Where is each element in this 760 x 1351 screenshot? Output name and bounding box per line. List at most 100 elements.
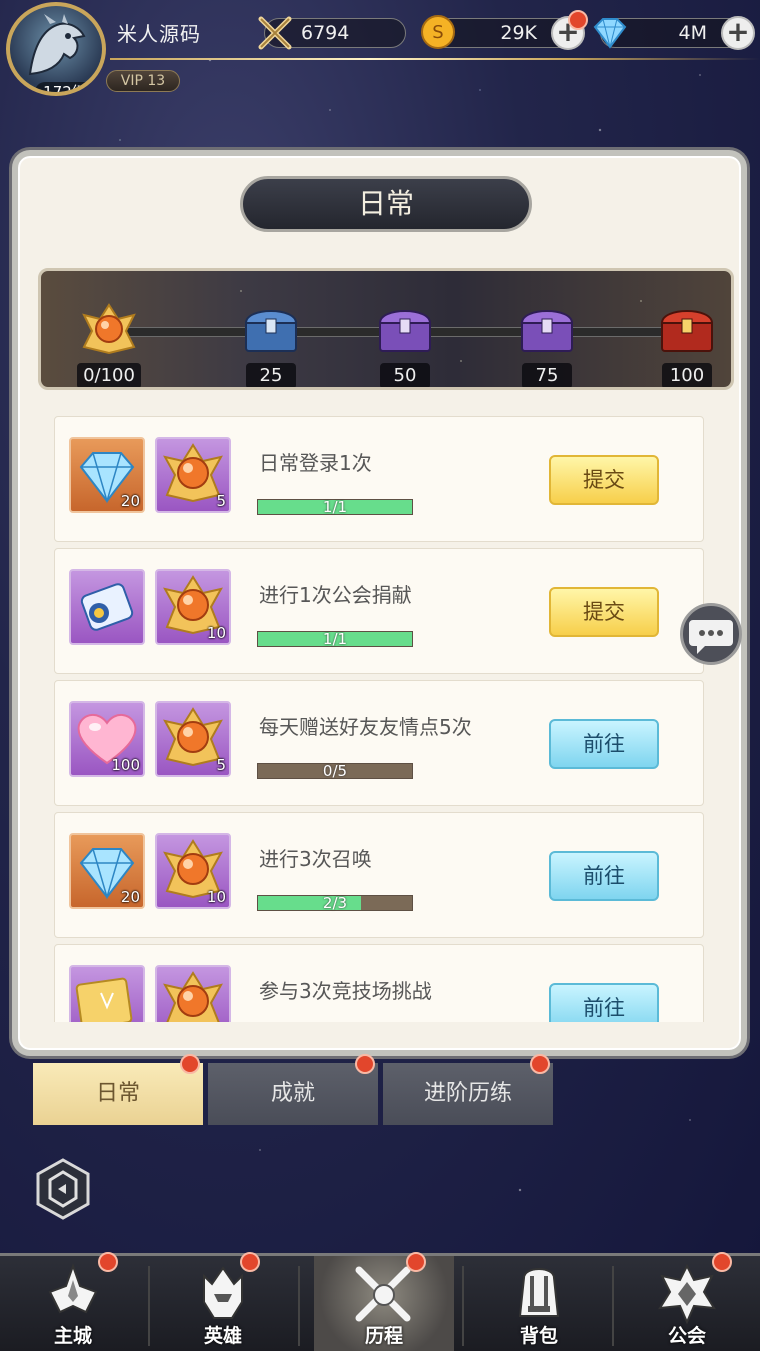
- task-list[interactable]: 20 5 日常登录1次 1/1 提交 10 进行1次公会捐献 1/1 提交 10…: [54, 416, 710, 1022]
- task-progress-bar: 1/1: [257, 630, 413, 648]
- player-level: 172级: [35, 82, 95, 92]
- reward-quantity: 10: [206, 624, 226, 642]
- side-menu-button[interactable]: [30, 1156, 96, 1222]
- reward-quantity: 20: [120, 492, 140, 510]
- milestone-label-25: 25: [246, 363, 296, 387]
- power-display: 6794: [258, 16, 406, 50]
- player-name: 米人源码: [117, 22, 201, 46]
- gold-coin-icon: S: [421, 15, 455, 49]
- nav-journey[interactable]: 历程: [314, 1256, 454, 1351]
- reward-quantity: 5: [216, 756, 226, 774]
- reward-quantity: 10: [206, 888, 226, 906]
- task-progress-text: 0/5: [322, 762, 348, 780]
- submit-button[interactable]: 提交: [549, 587, 659, 637]
- go-button[interactable]: 前往: [549, 851, 659, 901]
- reward-item[interactable]: [69, 569, 145, 645]
- power-value: 6794: [301, 22, 350, 44]
- activity-orb-icon: [163, 971, 223, 1022]
- task-progress-text: 2/3: [322, 894, 348, 912]
- scroll-icon: [80, 583, 134, 631]
- activity-progress-band: 0/100 25 50 75 100: [38, 268, 734, 390]
- tab-daily[interactable]: 日常: [33, 1063, 203, 1125]
- nav-journey-notification-dot: [406, 1252, 426, 1272]
- nav-heroes[interactable]: 英雄: [150, 1256, 296, 1351]
- task-row: 20 10 进行3次召唤 2/3 前往: [54, 812, 704, 938]
- milestone-label-100: 100: [662, 363, 712, 387]
- player-avatar[interactable]: 172级: [6, 2, 106, 96]
- bottom-navigation: 主城 英雄 历程 背包 公会: [0, 1252, 760, 1351]
- nav-main-city[interactable]: 主城: [0, 1256, 146, 1351]
- reward-quantity: 100: [111, 756, 140, 774]
- milestone-label-50: 50: [380, 363, 430, 387]
- diamond-value: 4M: [678, 22, 707, 44]
- panel-title: 日常: [240, 176, 532, 232]
- purple-chest-icon: [520, 310, 574, 352]
- nav-backpack[interactable]: 背包: [466, 1256, 612, 1351]
- reward-item[interactable]: [155, 965, 231, 1022]
- top-bar: 172级 米人源码 VIP 13 6794 S 29K + 4M +: [0, 0, 760, 96]
- reward-item[interactable]: 100: [69, 701, 145, 777]
- nav-guild-notification-dot: [712, 1252, 732, 1272]
- activity-points: 0/100: [69, 301, 149, 387]
- nav-label: 历程: [364, 1325, 403, 1347]
- reward-item[interactable]: 20: [69, 437, 145, 513]
- diamond-display: 4M +: [593, 16, 755, 50]
- reward-item[interactable]: 10: [155, 833, 231, 909]
- hexagon-emblem-icon: [36, 1158, 90, 1220]
- task-title: 进行3次召唤: [259, 847, 372, 871]
- add-diamond-button[interactable]: +: [721, 16, 755, 50]
- milestone-chest-50[interactable]: 50: [365, 301, 445, 387]
- milestone-chest-100[interactable]: 100: [647, 301, 727, 387]
- task-row: 10 进行1次公会捐献 1/1 提交: [54, 548, 704, 674]
- reward-item[interactable]: 5: [155, 437, 231, 513]
- tab-achievements-notification-dot: [355, 1054, 375, 1074]
- task-row: 参与3次竞技场挑战 前往: [54, 944, 704, 1022]
- nav-main-city-notification-dot: [98, 1252, 118, 1272]
- milestone-label-75: 75: [522, 363, 572, 387]
- crossed-swords-icon: [355, 1266, 411, 1322]
- vip-badge: VIP 13: [106, 70, 180, 92]
- gold-display: S 29K +: [421, 15, 585, 50]
- chat-button[interactable]: [680, 603, 742, 665]
- submit-button[interactable]: 提交: [549, 455, 659, 505]
- helmet-icon: [203, 1266, 243, 1319]
- nav-label: 背包: [519, 1325, 558, 1347]
- backpack-icon: [518, 1268, 560, 1317]
- reward-item[interactable]: [69, 965, 145, 1022]
- crossed-swords-icon: [258, 16, 292, 50]
- gold-value: 29K: [500, 22, 537, 44]
- red-chest-icon: [660, 310, 714, 352]
- task-progress-bar: 0/5: [257, 762, 413, 780]
- reward-item[interactable]: 5: [155, 701, 231, 777]
- castle-icon: [48, 1262, 98, 1314]
- nav-guild[interactable]: 公会: [614, 1256, 760, 1351]
- gold-notification-dot: [568, 10, 588, 30]
- reward-quantity: 20: [120, 888, 140, 906]
- milestone-chest-75[interactable]: 75: [507, 301, 587, 387]
- task-progress-bar: 2/3: [257, 894, 413, 912]
- tab-advanced-training[interactable]: 进阶历练: [383, 1063, 553, 1125]
- tab-advanced-notification-dot: [530, 1054, 550, 1074]
- chat-bubble-icon: [689, 620, 733, 654]
- go-button[interactable]: 前往: [549, 983, 659, 1022]
- reward-quantity: 5: [216, 492, 226, 510]
- nav-label: 英雄: [203, 1325, 242, 1347]
- reward-item[interactable]: 10: [155, 569, 231, 645]
- nav-label: 公会: [667, 1325, 706, 1347]
- purple-chest-icon: [378, 310, 432, 352]
- activity-progress-text: 0/100: [77, 363, 141, 387]
- task-title: 进行1次公会捐献: [259, 583, 412, 607]
- header-divider: [110, 58, 760, 60]
- task-row: 100 5 每天赠送好友友情点5次 0/5 前往: [54, 680, 704, 806]
- milestone-chest-25[interactable]: 25: [231, 301, 311, 387]
- dragon-portrait-icon: [28, 14, 86, 76]
- go-button[interactable]: 前往: [549, 719, 659, 769]
- daily-tasks-panel: 日常 0/100 25 50 75 100 20 5 日常登录1次 1/1 提交…: [12, 150, 747, 1056]
- tab-achievements[interactable]: 成就: [208, 1063, 378, 1125]
- svg-text:S: S: [432, 22, 443, 43]
- reward-item[interactable]: 20: [69, 833, 145, 909]
- task-progress-text: 1/1: [322, 630, 348, 648]
- blue-chest-icon: [244, 310, 298, 352]
- guild-emblem-icon: [658, 1263, 716, 1325]
- task-progress-text: 1/1: [322, 498, 348, 516]
